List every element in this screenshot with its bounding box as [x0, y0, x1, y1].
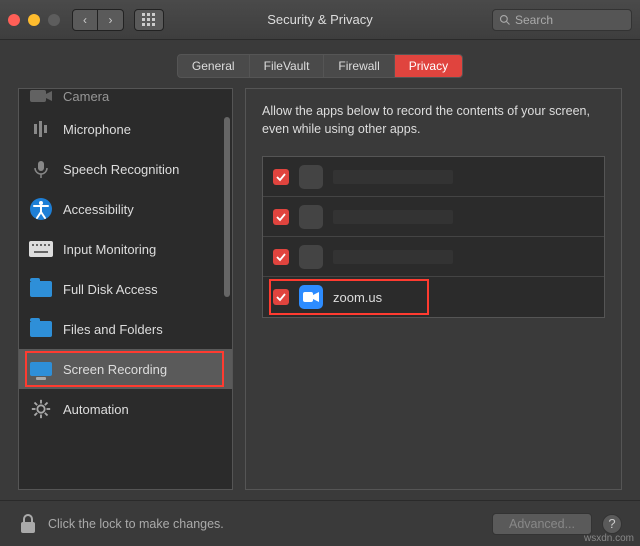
accessibility-icon	[29, 197, 53, 221]
nav-back-button[interactable]: ‹	[72, 9, 98, 31]
tab-firewall[interactable]: Firewall	[324, 55, 394, 77]
check-icon	[276, 252, 286, 262]
tab-row: General FileVault Firewall Privacy	[0, 40, 640, 88]
app-icon	[299, 165, 323, 189]
sidebar-item-automation[interactable]: Automation	[19, 389, 232, 429]
app-name	[333, 210, 453, 224]
panel-description: Allow the apps below to record the conte…	[262, 103, 605, 138]
close-window-button[interactable]	[8, 14, 20, 26]
maximize-window-button[interactable]	[48, 14, 60, 26]
app-row[interactable]	[263, 237, 604, 277]
sidebar-item-label: Screen Recording	[63, 362, 167, 377]
search-input[interactable]	[515, 13, 625, 27]
app-icon	[299, 245, 323, 269]
sidebar-item-accessibility[interactable]: Accessibility	[19, 189, 232, 229]
sidebar-item-full-disk[interactable]: Full Disk Access	[19, 269, 232, 309]
preferences-window: ‹ › Security & Privacy General Fil	[0, 0, 640, 546]
sidebar-item-screen-recording[interactable]: Screen Recording	[19, 349, 232, 389]
help-button[interactable]: ?	[602, 514, 622, 534]
permission-checkbox[interactable]	[273, 209, 289, 225]
app-name	[333, 170, 453, 184]
sidebar-item-label: Microphone	[63, 122, 131, 137]
permission-checkbox[interactable]	[273, 289, 289, 305]
check-icon	[276, 172, 286, 182]
tab-general[interactable]: General	[178, 55, 250, 77]
sidebar-item-label: Automation	[63, 402, 129, 417]
sidebar-item-microphone[interactable]: Microphone	[19, 109, 232, 149]
app-row[interactable]	[263, 157, 604, 197]
sidebar-item-label: Camera	[63, 89, 109, 104]
search-icon	[499, 14, 511, 26]
footer: Click the lock to make changes. Advanced…	[0, 500, 640, 546]
nav-buttons: ‹ ›	[72, 9, 124, 31]
advanced-button[interactable]: Advanced...	[492, 513, 592, 535]
permission-checkbox[interactable]	[273, 249, 289, 265]
zoom-app-icon	[299, 285, 323, 309]
app-name: zoom.us	[333, 290, 382, 305]
check-icon	[276, 292, 286, 302]
sidebar-item-label: Input Monitoring	[63, 242, 156, 257]
check-icon	[276, 212, 286, 222]
show-all-button[interactable]	[134, 9, 164, 31]
app-permission-list: zoom.us	[262, 156, 605, 318]
sidebar-item-camera[interactable]: Camera	[19, 89, 232, 109]
folder-icon	[29, 277, 53, 301]
folder-icon	[29, 317, 53, 341]
speech-icon	[29, 157, 53, 181]
titlebar: ‹ › Security & Privacy	[0, 0, 640, 40]
sidebar-item-label: Speech Recognition	[63, 162, 179, 177]
window-controls	[8, 14, 60, 26]
tab-filevault[interactable]: FileVault	[250, 55, 325, 77]
lock-button[interactable]	[18, 512, 38, 536]
watermark: wsxdn.com	[584, 533, 634, 544]
minimize-window-button[interactable]	[28, 14, 40, 26]
sidebar-item-label: Accessibility	[63, 202, 134, 217]
app-row-zoom[interactable]: zoom.us	[263, 277, 604, 317]
lock-hint-text: Click the lock to make changes.	[48, 517, 224, 531]
window-title: Security & Privacy	[267, 12, 372, 27]
lock-icon	[19, 513, 37, 535]
sidebar-scrollbar[interactable]	[224, 117, 230, 297]
search-field[interactable]	[492, 9, 632, 31]
camera-icon	[29, 89, 53, 108]
sidebar-item-files-folders[interactable]: Files and Folders	[19, 309, 232, 349]
tab-privacy[interactable]: Privacy	[395, 55, 462, 77]
gear-icon	[29, 397, 53, 421]
keyboard-icon	[29, 237, 53, 261]
app-name	[333, 250, 453, 264]
privacy-category-sidebar: Camera Microphone Speech Recognition	[18, 88, 233, 490]
grid-icon	[142, 13, 156, 27]
microphone-icon	[29, 117, 53, 141]
permission-checkbox[interactable]	[273, 169, 289, 185]
nav-forward-button[interactable]: ›	[98, 9, 124, 31]
app-row[interactable]	[263, 197, 604, 237]
sidebar-item-input-monitoring[interactable]: Input Monitoring	[19, 229, 232, 269]
sidebar-item-label: Full Disk Access	[63, 282, 158, 297]
sidebar-item-speech[interactable]: Speech Recognition	[19, 149, 232, 189]
app-icon	[299, 205, 323, 229]
screen-icon	[29, 357, 53, 381]
sidebar-item-label: Files and Folders	[63, 322, 163, 337]
detail-panel: Allow the apps below to record the conte…	[245, 88, 622, 490]
tabbar: General FileVault Firewall Privacy	[177, 54, 463, 78]
main-area: Camera Microphone Speech Recognition	[0, 88, 640, 500]
